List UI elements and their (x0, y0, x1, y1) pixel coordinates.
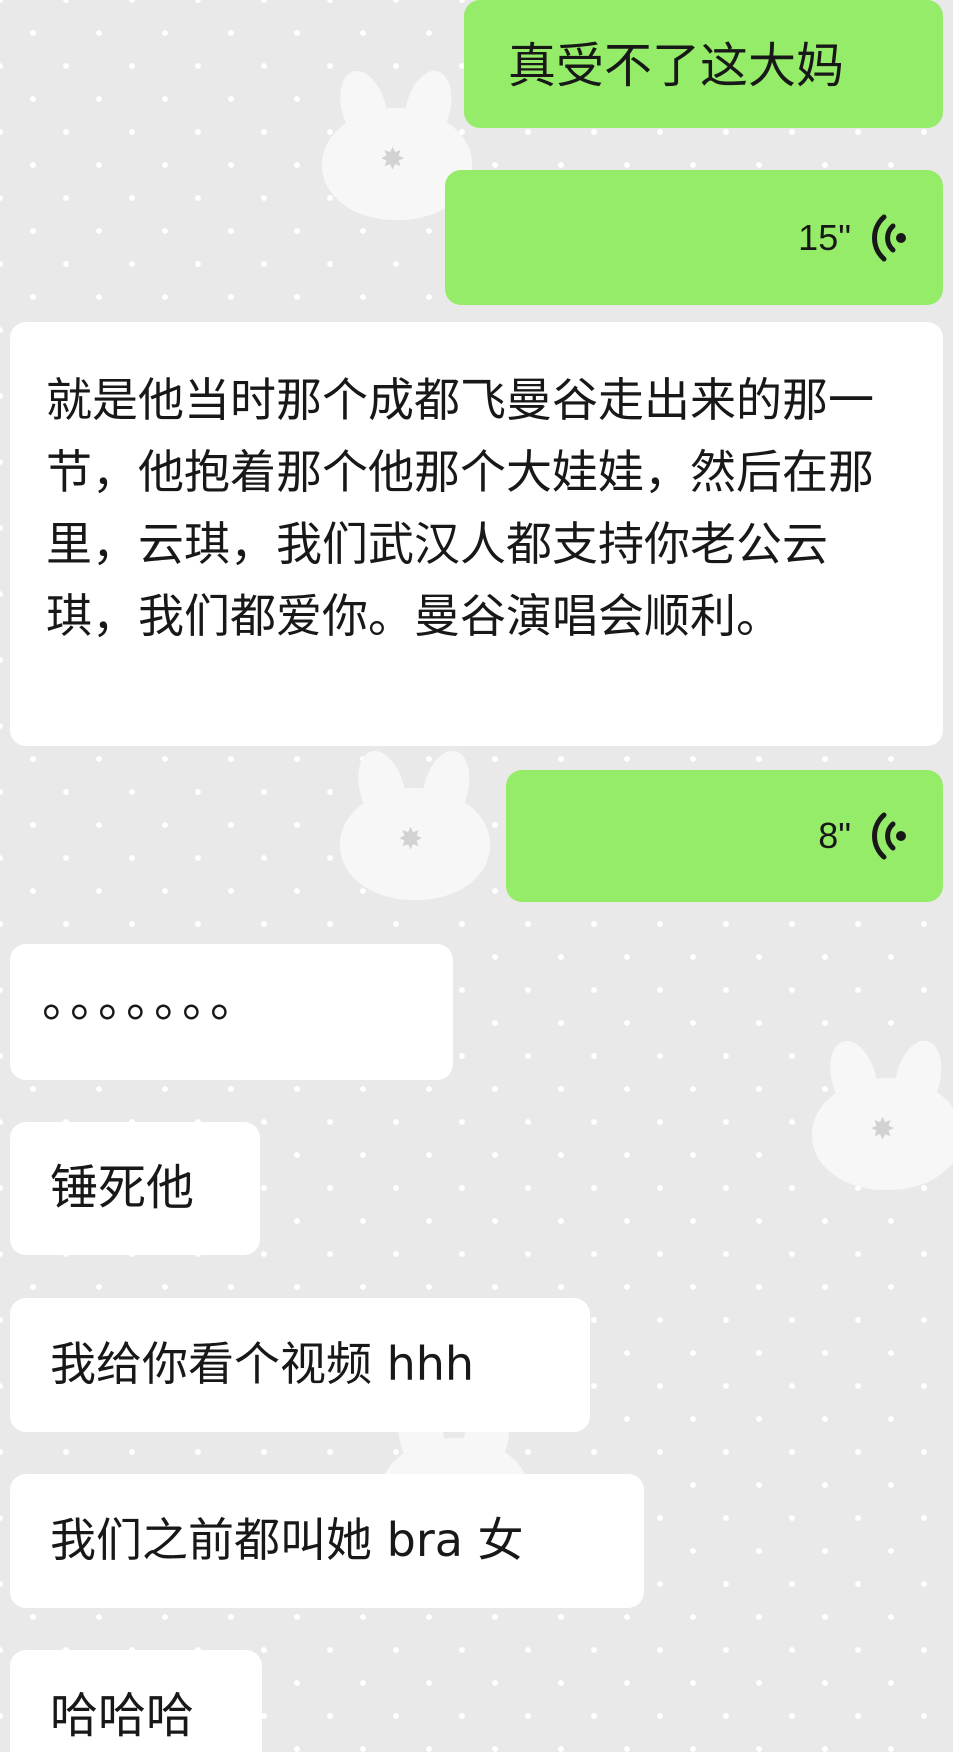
voice-duration: 15" (798, 216, 851, 258)
incoming-message-bubble[interactable]: 锤死他 (10, 1122, 260, 1255)
message-text: 哈哈哈 (50, 1688, 195, 1744)
message-text: 我们之前都叫她 bra 女 (50, 1513, 524, 1567)
incoming-message-bubble[interactable]: 就是他当时那个成都飞曼谷走出来的那一节，他抱着那个他那个大娃娃，然后在那里，云琪… (10, 322, 943, 746)
message-text: 我给你看个视频 hhh (50, 1337, 475, 1391)
incoming-message-bubble[interactable]: 我们之前都叫她 bra 女 (10, 1474, 644, 1608)
outgoing-voice-message[interactable]: 8" (506, 770, 943, 902)
message-text: 真受不了这大妈 (508, 38, 845, 94)
bunny-icon: ✸ (812, 1035, 953, 1190)
incoming-message-bubble[interactable]: 哈哈哈 (10, 1650, 262, 1752)
voice-wave-icon (869, 210, 909, 266)
message-text: 。。。。。。。 (42, 972, 263, 1028)
message-text: 就是他当时那个成都飞曼谷走出来的那一节，他抱着那个他那个大娃娃，然后在那里，云琪… (46, 373, 874, 643)
voice-duration: 8" (818, 815, 851, 856)
bunny-icon: ✸ (340, 745, 510, 900)
incoming-message-bubble[interactable]: 。。。。。。。 (10, 944, 453, 1080)
message-text: 锤死他 (50, 1160, 195, 1216)
outgoing-message-bubble[interactable]: 真受不了这大妈 (464, 0, 943, 128)
incoming-message-bubble[interactable]: 我给你看个视频 hhh (10, 1298, 590, 1432)
outgoing-voice-message[interactable]: 15" (445, 170, 943, 305)
voice-wave-icon (869, 808, 909, 864)
